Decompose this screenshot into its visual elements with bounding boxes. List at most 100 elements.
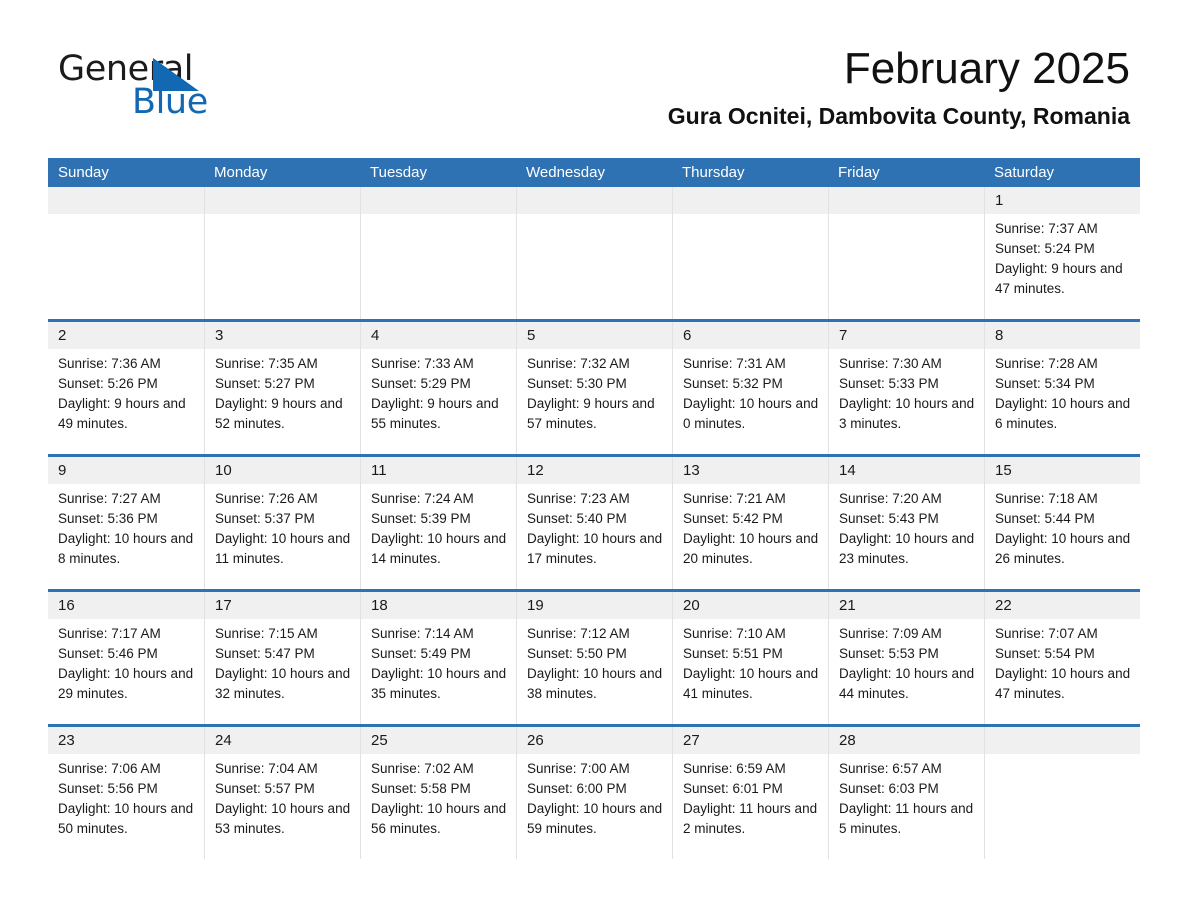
calendar-day-cell[interactable]: 23 Sunrise: 7:06 AM Sunset: 5:56 PM Dayligh… — [48, 727, 204, 859]
sunset-text: Sunset: 5:47 PM — [215, 646, 315, 661]
daylight-text: Daylight: 10 hours and 26 minutes. — [995, 531, 1131, 566]
calendar-week-row: 16 Sunrise: 7:17 AM Sunset: 5:46 PM Dayligh… — [48, 589, 1140, 724]
calendar-day-cell[interactable]: 21 Sunrise: 7:09 AM Sunset: 5:53 PM Dayligh… — [828, 592, 984, 724]
daylight-text: Daylight: 10 hours and 17 minutes. — [527, 531, 663, 566]
weekday-header-friday: Friday — [838, 164, 880, 181]
page-subtitle: Gura Ocnitei, Dambovita County, Romania — [667, 103, 1130, 130]
sunset-text: Sunset: 5:29 PM — [371, 376, 471, 391]
weekday-header-saturday: Saturday — [994, 164, 1055, 181]
daylight-text: Daylight: 10 hours and 8 minutes. — [58, 531, 194, 566]
sunrise-text: Sunrise: 7:27 AM — [58, 491, 161, 506]
calendar-cell-empty — [360, 187, 516, 319]
daylight-text: Daylight: 10 hours and 44 minutes. — [839, 666, 975, 701]
calendar-day-cell[interactable]: 20 Sunrise: 7:10 AM Sunset: 5:51 PM Dayligh… — [672, 592, 828, 724]
daylight-text: Daylight: 10 hours and 14 minutes. — [371, 531, 507, 566]
day-number: 7 — [829, 322, 984, 349]
day-sun-info: Sunrise: 6:59 AM Sunset: 6:01 PM Daylight:… — [673, 754, 828, 839]
daylight-text: Daylight: 10 hours and 11 minutes. — [215, 531, 351, 566]
weekday-header-thursday: Thursday — [682, 164, 745, 181]
sunset-text: Sunset: 5:51 PM — [683, 646, 783, 661]
day-number: 23 — [48, 727, 204, 754]
daylight-text: Daylight: 11 hours and 5 minutes. — [839, 801, 974, 836]
day-number: 6 — [673, 322, 828, 349]
day-number: 21 — [829, 592, 984, 619]
sunrise-text: Sunrise: 7:02 AM — [371, 761, 474, 776]
sunset-text: Sunset: 5:53 PM — [839, 646, 939, 661]
daylight-text: Daylight: 10 hours and 50 minutes. — [58, 801, 194, 836]
calendar-day-cell[interactable]: 9 Sunrise: 7:27 AM Sunset: 5:36 PM Daylight… — [48, 457, 204, 589]
day-sun-info: Sunrise: 7:00 AM Sunset: 6:00 PM Daylight:… — [517, 754, 672, 839]
calendar-day-cell[interactable]: 22 Sunrise: 7:07 AM Sunset: 5:54 PM Dayligh… — [984, 592, 1140, 724]
calendar-day-cell[interactable]: 3 Sunrise: 7:35 AM Sunset: 5:27 PM Daylight… — [204, 322, 360, 454]
calendar-day-cell[interactable]: 11 Sunrise: 7:24 AM Sunset: 5:39 PM Dayligh… — [360, 457, 516, 589]
day-number: 11 — [361, 457, 516, 484]
day-number: 27 — [673, 727, 828, 754]
daylight-text: Daylight: 10 hours and 38 minutes. — [527, 666, 663, 701]
calendar-day-cell[interactable]: 6 Sunrise: 7:31 AM Sunset: 5:32 PM Daylight… — [672, 322, 828, 454]
sunrise-text: Sunrise: 7:04 AM — [215, 761, 318, 776]
sunset-text: Sunset: 5:27 PM — [215, 376, 315, 391]
calendar-day-cell[interactable]: 19 Sunrise: 7:12 AM Sunset: 5:50 PM Dayligh… — [516, 592, 672, 724]
calendar-week-row: 1 Sunrise: 7:37 AM Sunset: 5:24 PM Daylight… — [48, 187, 1140, 319]
sunset-text: Sunset: 5:30 PM — [527, 376, 627, 391]
calendar-day-cell[interactable]: 14 Sunrise: 7:20 AM Sunset: 5:43 PM Dayligh… — [828, 457, 984, 589]
day-number: 12 — [517, 457, 672, 484]
calendar-day-cell[interactable]: 17 Sunrise: 7:15 AM Sunset: 5:47 PM Dayligh… — [204, 592, 360, 724]
day-sun-info: Sunrise: 7:12 AM Sunset: 5:50 PM Daylight:… — [517, 619, 672, 704]
calendar-day-cell[interactable]: 2 Sunrise: 7:36 AM Sunset: 5:26 PM Daylight… — [48, 322, 204, 454]
day-sun-info: Sunrise: 7:32 AM Sunset: 5:30 PM Daylight:… — [517, 349, 672, 434]
calendar-cell-empty — [984, 727, 1140, 859]
sunrise-text: Sunrise: 7:12 AM — [527, 626, 630, 641]
daylight-text: Daylight: 10 hours and 53 minutes. — [215, 801, 351, 836]
daylight-text: Daylight: 10 hours and 29 minutes. — [58, 666, 194, 701]
calendar-day-cell[interactable]: 27 Sunrise: 6:59 AM Sunset: 6:01 PM Dayligh… — [672, 727, 828, 859]
calendar-day-cell[interactable]: 7 Sunrise: 7:30 AM Sunset: 5:33 PM Daylight… — [828, 322, 984, 454]
day-sun-info: Sunrise: 7:20 AM Sunset: 5:43 PM Daylight:… — [829, 484, 984, 569]
calendar-day-cell[interactable]: 26 Sunrise: 7:00 AM Sunset: 6:00 PM Dayligh… — [516, 727, 672, 859]
day-number — [361, 187, 516, 214]
sunrise-text: Sunrise: 7:23 AM — [527, 491, 630, 506]
day-number — [517, 187, 672, 214]
calendar-day-cell[interactable]: 25 Sunrise: 7:02 AM Sunset: 5:58 PM Dayligh… — [360, 727, 516, 859]
calendar-day-cell[interactable]: 18 Sunrise: 7:14 AM Sunset: 5:49 PM Dayligh… — [360, 592, 516, 724]
day-number: 20 — [673, 592, 828, 619]
logo-text-blue: Blue — [132, 82, 208, 122]
calendar-day-cell[interactable]: 4 Sunrise: 7:33 AM Sunset: 5:29 PM Daylight… — [360, 322, 516, 454]
day-number: 22 — [985, 592, 1140, 619]
day-number: 19 — [517, 592, 672, 619]
calendar-day-cell[interactable]: 5 Sunrise: 7:32 AM Sunset: 5:30 PM Daylight… — [516, 322, 672, 454]
sunrise-text: Sunrise: 6:57 AM — [839, 761, 942, 776]
calendar-day-cell[interactable]: 1 Sunrise: 7:37 AM Sunset: 5:24 PM Daylight… — [984, 187, 1140, 319]
sunset-text: Sunset: 6:03 PM — [839, 781, 939, 796]
calendar-day-cell[interactable]: 10 Sunrise: 7:26 AM Sunset: 5:37 PM Dayligh… — [204, 457, 360, 589]
sunrise-text: Sunrise: 7:06 AM — [58, 761, 161, 776]
calendar-cell-empty — [828, 187, 984, 319]
calendar-day-cell[interactable]: 24 Sunrise: 7:04 AM Sunset: 5:57 PM Dayligh… — [204, 727, 360, 859]
day-number: 18 — [361, 592, 516, 619]
general-blue-logo[interactable]: General Blue — [58, 52, 318, 124]
sunset-text: Sunset: 5:54 PM — [995, 646, 1095, 661]
calendar-day-cell[interactable]: 16 Sunrise: 7:17 AM Sunset: 5:46 PM Dayligh… — [48, 592, 204, 724]
calendar-day-cell[interactable]: 13 Sunrise: 7:21 AM Sunset: 5:42 PM Dayligh… — [672, 457, 828, 589]
daylight-text: Daylight: 11 hours and 2 minutes. — [683, 801, 818, 836]
daylight-text: Daylight: 9 hours and 57 minutes. — [527, 396, 655, 431]
calendar-day-cell[interactable]: 15 Sunrise: 7:18 AM Sunset: 5:44 PM Dayligh… — [984, 457, 1140, 589]
day-sun-info: Sunrise: 7:23 AM Sunset: 5:40 PM Daylight:… — [517, 484, 672, 569]
weekday-header-monday: Monday — [214, 164, 268, 181]
daylight-text: Daylight: 9 hours and 49 minutes. — [58, 396, 186, 431]
calendar-day-cell[interactable]: 8 Sunrise: 7:28 AM Sunset: 5:34 PM Daylight… — [984, 322, 1140, 454]
sunrise-text: Sunrise: 7:17 AM — [58, 626, 161, 641]
day-number: 4 — [361, 322, 516, 349]
calendar-week-row: 23 Sunrise: 7:06 AM Sunset: 5:56 PM Dayligh… — [48, 724, 1140, 859]
sunrise-text: Sunrise: 7:18 AM — [995, 491, 1098, 506]
sunset-text: Sunset: 5:57 PM — [215, 781, 315, 796]
sunrise-text: Sunrise: 7:36 AM — [58, 356, 161, 371]
calendar-day-cell[interactable]: 12 Sunrise: 7:23 AM Sunset: 5:40 PM Dayligh… — [516, 457, 672, 589]
sunset-text: Sunset: 5:50 PM — [527, 646, 627, 661]
day-number: 13 — [673, 457, 828, 484]
weekday-header-sunday: Sunday — [58, 164, 109, 181]
calendar-day-cell[interactable]: 28 Sunrise: 6:57 AM Sunset: 6:03 PM Dayligh… — [828, 727, 984, 859]
sunset-text: Sunset: 5:58 PM — [371, 781, 471, 796]
day-number: 10 — [205, 457, 360, 484]
day-sun-info: Sunrise: 7:06 AM Sunset: 5:56 PM Daylight:… — [48, 754, 204, 839]
